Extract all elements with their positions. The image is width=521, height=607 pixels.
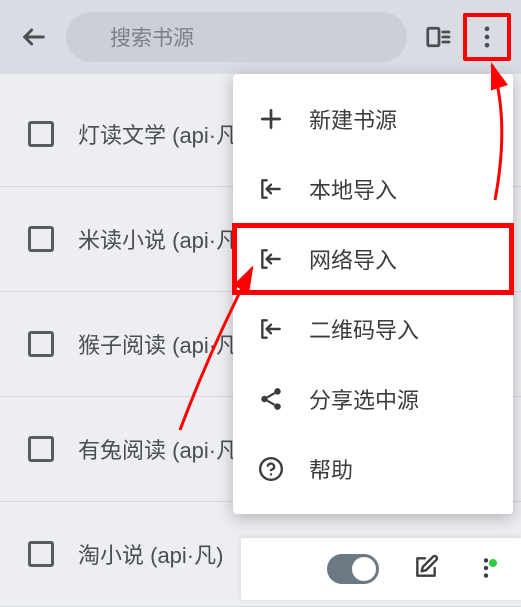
- menu-item-qr-import[interactable]: 二维码导入: [233, 294, 513, 364]
- import-icon: [255, 173, 287, 205]
- checkbox-icon[interactable]: [28, 331, 54, 357]
- checkbox-icon[interactable]: [28, 541, 54, 567]
- menu-label: 新建书源: [309, 103, 397, 135]
- menu-label: 本地导入: [309, 173, 397, 205]
- topbar: 搜索书源: [0, 0, 521, 74]
- share-icon: [255, 383, 287, 415]
- help-icon: [255, 453, 287, 485]
- menu-item-help[interactable]: 帮助: [233, 434, 513, 504]
- menu-item-share[interactable]: 分享选中源: [233, 364, 513, 434]
- menu-label: 网络导入: [309, 243, 397, 275]
- checkbox-icon[interactable]: [28, 121, 54, 147]
- menu-item-local-import[interactable]: 本地导入: [233, 154, 513, 224]
- overflow-menu: 新建书源 本地导入 网络导入 二维码导入 分享选中源 帮助: [233, 74, 513, 514]
- scan-icon[interactable]: [415, 13, 463, 61]
- list-item-label: 猴子阅读 (api·凡): [78, 328, 245, 360]
- edit-icon[interactable]: [413, 554, 439, 585]
- list-item-label: 米读小说 (api·凡): [78, 223, 245, 255]
- checkbox-icon[interactable]: [28, 436, 54, 462]
- import-icon: [255, 243, 287, 275]
- toggle-switch[interactable]: [327, 554, 379, 584]
- menu-label: 分享选中源: [309, 383, 419, 415]
- list-item-label: 淘小说 (api·凡): [78, 538, 223, 570]
- back-button[interactable]: [10, 13, 58, 61]
- import-icon: [255, 313, 287, 345]
- more-icon[interactable]: [473, 555, 501, 583]
- search-input[interactable]: 搜索书源: [66, 12, 407, 62]
- list-item-label: 有兔阅读 (api·凡): [78, 433, 245, 465]
- menu-item-new[interactable]: 新建书源: [233, 84, 513, 154]
- plus-icon: [255, 103, 287, 135]
- bottom-bar: [241, 538, 521, 600]
- overflow-menu-button[interactable]: [463, 13, 511, 61]
- menu-item-web-import[interactable]: 网络导入: [233, 224, 513, 294]
- checkbox-icon[interactable]: [28, 226, 54, 252]
- search-placeholder: 搜索书源: [110, 22, 194, 52]
- menu-label: 二维码导入: [309, 313, 419, 345]
- list-item-label: 灯读文学 (api·凡): [78, 118, 245, 150]
- menu-label: 帮助: [309, 453, 353, 485]
- notification-dot-icon: [489, 559, 497, 567]
